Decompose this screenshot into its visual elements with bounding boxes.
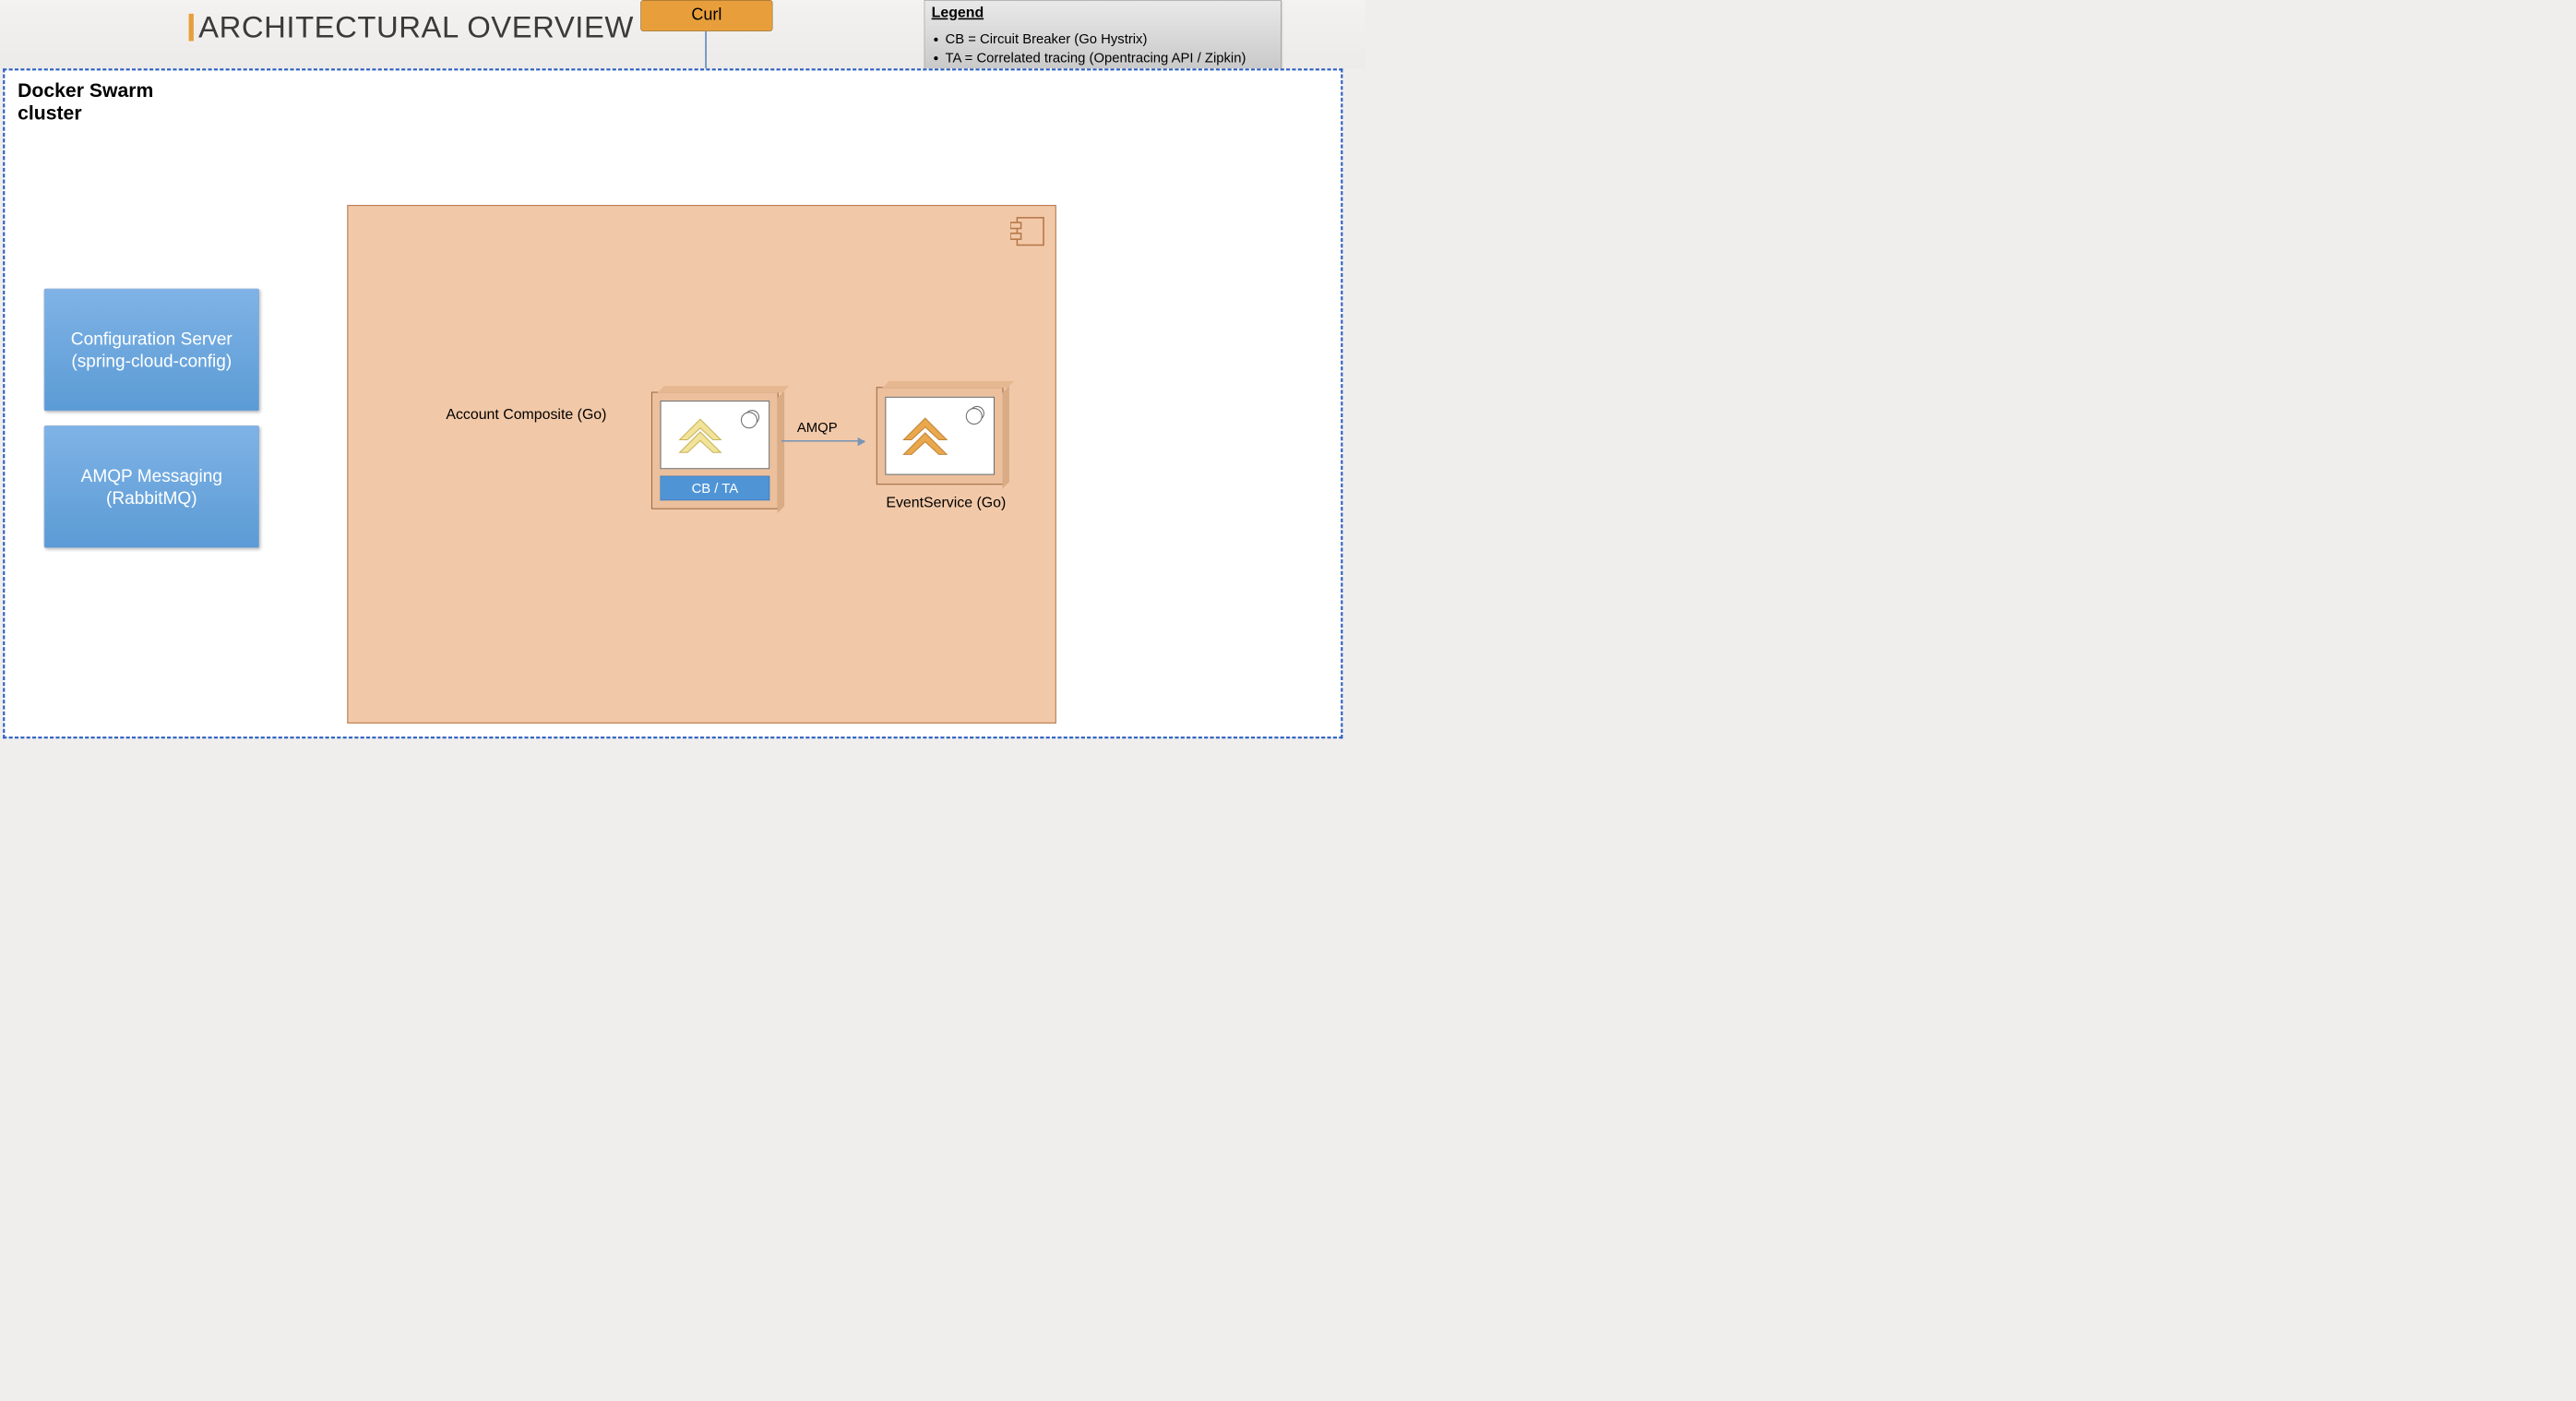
chevron-icon xyxy=(900,412,949,465)
config-server-box: Configuration Server (spring-cloud-confi… xyxy=(44,289,259,412)
title-text: ARCHITECTURAL OVERVIEW xyxy=(198,10,634,45)
circle-icon xyxy=(739,409,760,430)
account-composite-label: Account Composite (Go) xyxy=(446,406,606,423)
curl-label: Curl xyxy=(691,6,722,24)
cb-ta-pill: CB / TA xyxy=(660,476,769,500)
component-icon xyxy=(1010,217,1044,246)
legend-box: Legend CB = Circuit Breaker (Go Hystrix)… xyxy=(924,0,1282,78)
service-inner xyxy=(660,401,769,469)
chevron-icon xyxy=(675,415,724,460)
page-title: ARCHITECTURAL OVERVIEW xyxy=(189,10,634,45)
curl-box: Curl xyxy=(640,0,772,31)
diagram-canvas: ARCHITECTURAL OVERVIEW Curl Legend CB = … xyxy=(0,0,1366,743)
amqp-arrow-label: AMQP xyxy=(797,420,838,436)
legend-item: TA = Correlated tracing (Opentracing API… xyxy=(945,48,1273,66)
amqp-messaging-label: AMQP Messaging (RabbitMQ) xyxy=(50,464,255,509)
account-composite-service: CB / TA xyxy=(651,392,779,509)
service-inner xyxy=(885,397,995,475)
event-service xyxy=(877,387,1004,485)
circle-icon xyxy=(964,404,985,425)
legend-item: CB = Circuit Breaker (Go Hystrix) xyxy=(945,30,1273,48)
arrow-account-to-event xyxy=(781,440,865,442)
amqp-messaging-box: AMQP Messaging (RabbitMQ) xyxy=(44,425,259,548)
component-container: Account Composite (Go) CB / TA xyxy=(347,205,1055,724)
swarm-label: Docker Swarm cluster xyxy=(18,79,153,125)
event-service-label: EventService (Go) xyxy=(886,495,1006,511)
config-server-label: Configuration Server (spring-cloud-confi… xyxy=(71,328,233,372)
legend-title: Legend xyxy=(932,5,1274,21)
title-accent-bar xyxy=(189,14,194,42)
legend-list: CB = Circuit Breaker (Go Hystrix) TA = C… xyxy=(932,30,1274,66)
